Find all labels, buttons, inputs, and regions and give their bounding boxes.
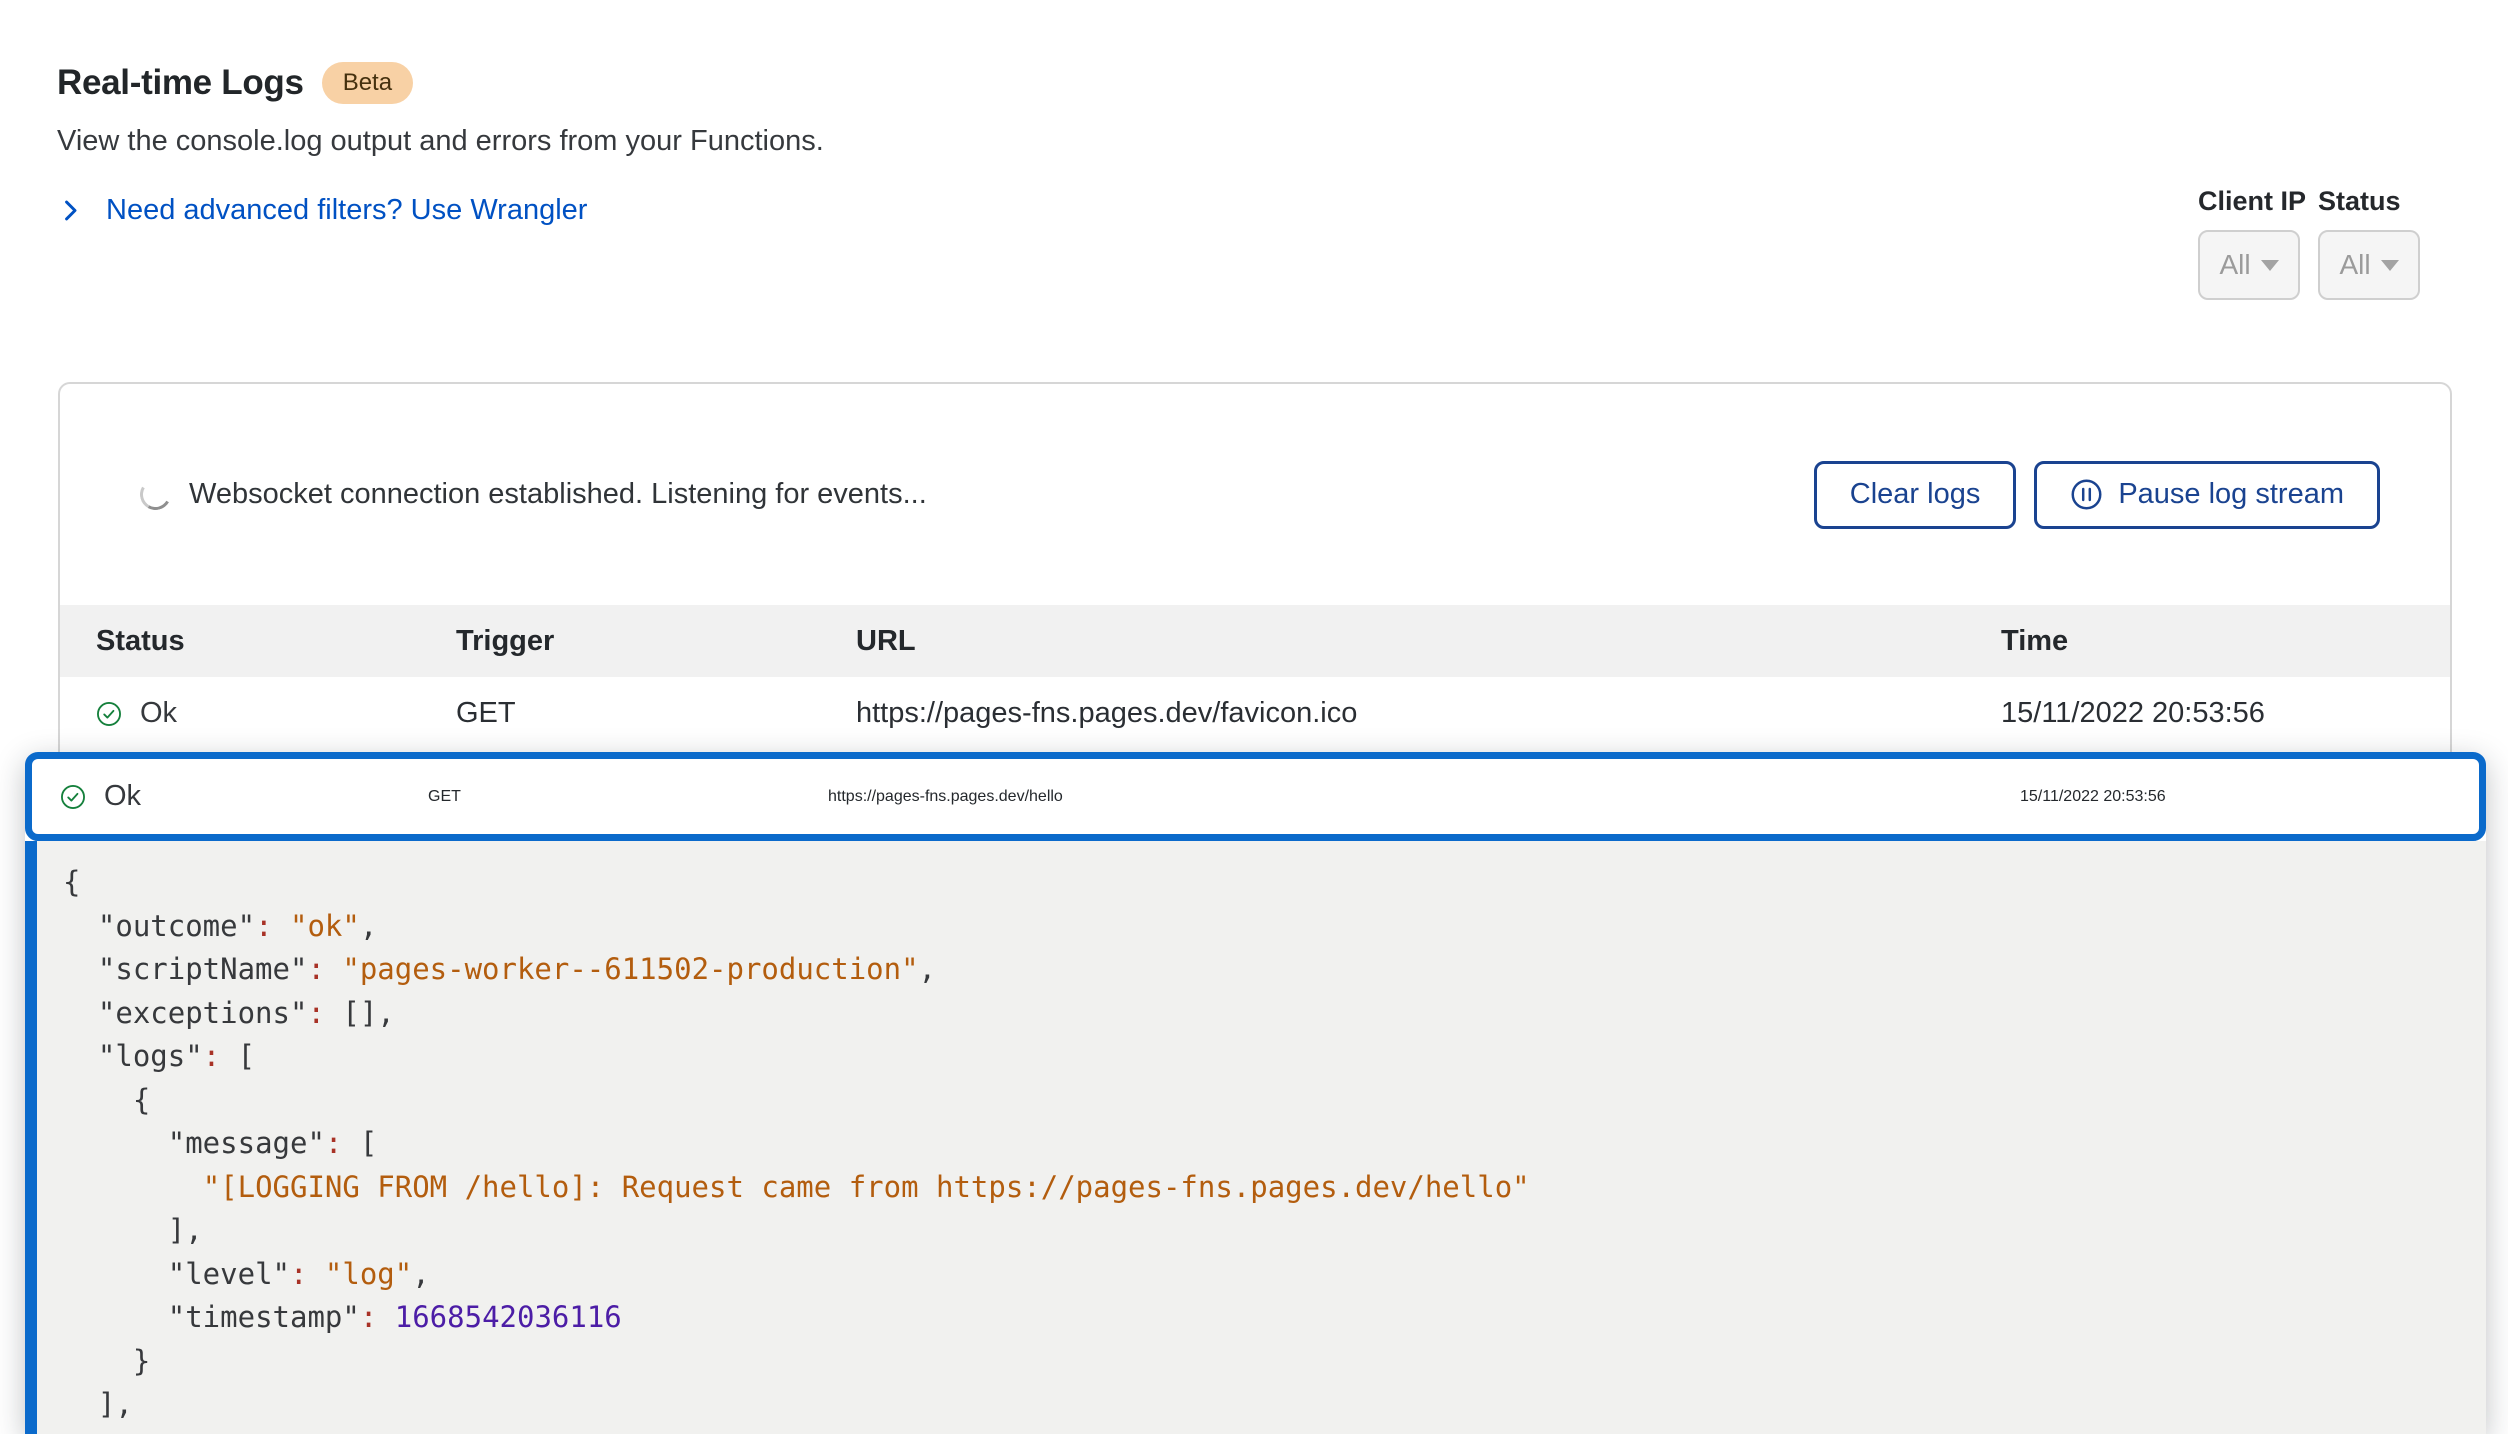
websocket-status-bar: Websocket connection established. Listen… — [60, 384, 2450, 605]
time-cell: 15/11/2022 20:53:56 — [1965, 697, 2450, 730]
filter-status: Status All — [2318, 186, 2420, 300]
log-json: { "outcome": "ok", "scriptName": "pages-… — [37, 841, 2486, 1427]
table-row[interactable]: Ok GET https://pages-fns.pages.dev/favic… — [60, 677, 2450, 750]
status-value: Ok — [140, 697, 177, 730]
beta-badge: Beta — [322, 62, 413, 104]
caret-down-icon — [2381, 260, 2399, 271]
table-header: Status Trigger URL Time — [60, 605, 2450, 677]
page-header: Real-time Logs Beta View the console.log… — [57, 62, 824, 227]
spinner-icon — [137, 476, 175, 514]
trigger-cell: GET — [392, 788, 792, 806]
column-header-time: Time — [1965, 625, 2450, 658]
status-cell: Ok — [60, 697, 420, 730]
status-value: All — [2339, 249, 2370, 281]
url-cell: https://pages-fns.pages.dev/favicon.ico — [820, 697, 1965, 730]
status-label: Status — [2318, 186, 2420, 217]
page-title: Real-time Logs — [57, 63, 304, 103]
wrangler-link-row: Need advanced filters? Use Wrangler — [57, 194, 824, 227]
clear-logs-button[interactable]: Clear logs — [1814, 461, 2017, 529]
check-circle-icon — [60, 784, 86, 810]
filters: Client IP All Status All — [2198, 186, 2420, 300]
page-description: View the console.log output and errors f… — [57, 125, 824, 158]
status-dropdown[interactable]: All — [2318, 230, 2420, 300]
realtime-logs-page: Real-time Logs Beta View the console.log… — [0, 0, 2508, 1434]
selected-table-row[interactable]: Ok GET https://pages-fns.pages.dev/hello… — [25, 752, 2486, 841]
filter-client-ip: Client IP All — [2198, 186, 2300, 300]
client-ip-dropdown[interactable]: All — [2198, 230, 2300, 300]
trigger-cell: GET — [420, 697, 820, 730]
status-cell: Ok — [32, 780, 392, 813]
column-header-url: URL — [820, 625, 1965, 658]
caret-down-icon — [2261, 260, 2279, 271]
column-header-status: Status — [60, 625, 420, 658]
url-cell: https://pages-fns.pages.dev/hello — [792, 788, 1984, 806]
client-ip-label: Client IP — [2198, 186, 2300, 217]
client-ip-value: All — [2219, 249, 2250, 281]
pause-button-label: Pause log stream — [2118, 478, 2344, 511]
pause-log-stream-button[interactable]: Pause log stream — [2034, 461, 2380, 529]
pause-circle-icon — [2070, 478, 2103, 511]
expanded-log-entry: Ok GET https://pages-fns.pages.dev/hello… — [25, 752, 2486, 1434]
status-value: Ok — [104, 780, 141, 813]
time-cell: 15/11/2022 20:53:56 — [1984, 788, 2479, 806]
websocket-status-text: Websocket connection established. Listen… — [189, 478, 927, 511]
log-detail-panel: { "outcome": "ok", "scriptName": "pages-… — [25, 841, 2486, 1434]
column-header-trigger: Trigger — [420, 625, 820, 658]
chevron-right-icon — [57, 197, 84, 224]
check-circle-icon — [96, 701, 122, 727]
wrangler-link[interactable]: Need advanced filters? Use Wrangler — [106, 194, 587, 227]
